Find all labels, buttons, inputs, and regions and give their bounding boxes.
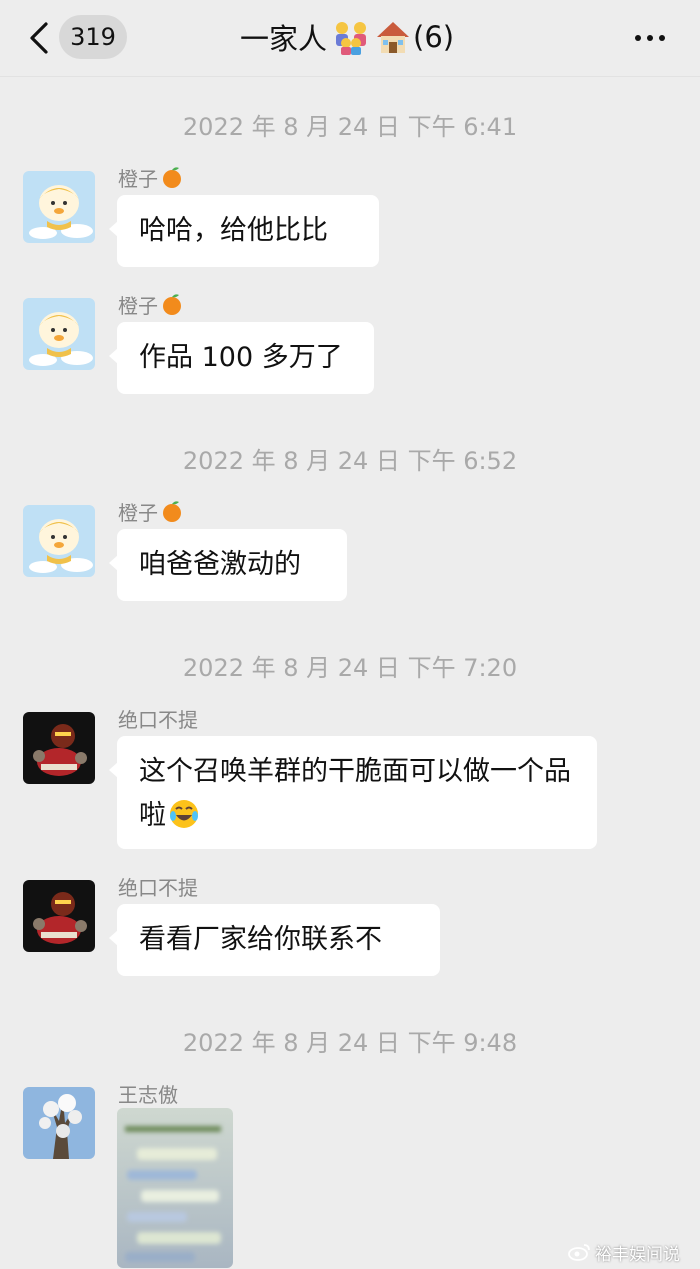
more-options-icon[interactable] [632, 30, 668, 46]
chat-header: 319 一家人 (6) [0, 0, 700, 77]
laughing-crying-emoji-icon [170, 800, 198, 828]
tangerine-emoji-icon [163, 294, 181, 315]
family-emoji-icon [331, 19, 371, 55]
sender-name: 绝口不提 [118, 707, 198, 732]
tangerine-emoji-icon [163, 501, 181, 522]
avatar-chengzi[interactable] [23, 171, 95, 243]
chat-title: 一家人 (6) [240, 17, 454, 57]
message-bubble[interactable]: 这个召唤羊群的干脆面可以做一个品啦 [109, 736, 597, 849]
image-message-thumbnail[interactable] [117, 1108, 233, 1268]
house-emoji-icon [375, 19, 411, 55]
avatar-wangzhiao[interactable] [23, 1087, 95, 1159]
back-icon[interactable] [26, 20, 52, 56]
avatar-chengzi[interactable] [23, 505, 95, 577]
sender-name: 橙子 [118, 163, 184, 191]
tangerine-emoji-icon [163, 167, 181, 188]
sender-name: 橙子 [118, 497, 184, 525]
sender-name: 绝口不提 [118, 875, 198, 900]
sender-name: 橙子 [118, 290, 184, 318]
message-bubble[interactable]: 作品 100 多万了 [109, 322, 374, 394]
message-bubble[interactable]: 咱爸爸激动的 [109, 529, 347, 601]
timestamp: 2022 年 8 月 24 日 下午 6:41 [182, 113, 518, 141]
sender-name: 王志傲 [118, 1082, 178, 1107]
message-bubble[interactable]: 看看厂家给你联系不 [109, 904, 440, 976]
timestamp: 2022 年 8 月 24 日 下午 6:52 [182, 447, 518, 475]
avatar-juekoubuti[interactable] [23, 880, 95, 952]
member-count: (6) [413, 20, 455, 54]
watermark: 裕丰娱间说 [568, 1240, 680, 1265]
timestamp: 2022 年 8 月 24 日 下午 7:20 [182, 654, 518, 682]
timestamp: 2022 年 8 月 24 日 下午 9:48 [182, 1029, 518, 1057]
weibo-logo-icon [568, 1244, 590, 1261]
group-name: 一家人 [240, 22, 328, 56]
avatar-juekoubuti[interactable] [23, 712, 95, 784]
avatar-chengzi[interactable] [23, 298, 95, 370]
unread-count-badge[interactable]: 319 [59, 15, 127, 59]
message-bubble[interactable]: 哈哈，给他比比 [109, 195, 379, 267]
